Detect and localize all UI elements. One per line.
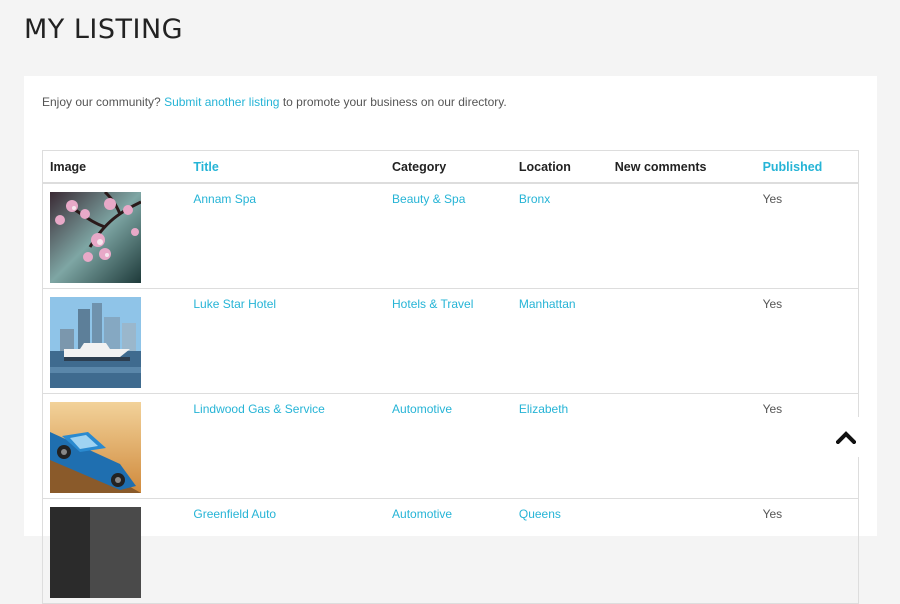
scroll-to-top-button[interactable] [826,417,866,457]
row-category[interactable]: Automotive [385,498,512,604]
column-header-location: Location [511,150,608,184]
row-image-cell [42,183,187,289]
row-title[interactable]: Annam Spa [186,183,386,289]
row-category[interactable]: Automotive [385,393,512,499]
submit-listing-link[interactable]: Submit another listing [164,95,279,109]
row-published: Yes [755,183,859,289]
table-row: Luke Star Hotel Hotels & Travel Manhatta… [42,288,859,394]
blue-classic-car-photo[interactable] [50,401,141,493]
column-header-image: Image [42,150,187,184]
row-image-cell [42,498,187,604]
listing-card: Enjoy our community? Submit another list… [24,76,877,604]
row-comments [607,183,756,289]
table-row: Annam Spa Beauty & Spa Bronx Yes [42,183,859,289]
row-image-cell [42,393,187,499]
table-row: Greenfield Auto Automotive Queens Yes [42,498,859,604]
column-header-comments: New comments [607,150,756,184]
intro-prefix: Enjoy our community? [42,95,161,109]
page-title: MY LISTING [24,14,184,45]
column-header-category: Category [385,150,512,184]
cherry-blossom-photo[interactable] [50,192,141,283]
row-comments [607,393,756,499]
row-location[interactable]: Elizabeth [511,393,608,499]
row-location[interactable]: Manhattan [511,288,608,394]
column-header-published[interactable]: Published [755,150,859,184]
row-comments [607,498,756,604]
row-image-cell [42,288,187,394]
row-published: Yes [755,498,859,604]
row-location[interactable]: Queens [511,498,608,604]
dark-photo[interactable] [50,506,141,598]
column-header-title[interactable]: Title [186,150,386,184]
row-published: Yes [755,288,859,394]
row-title[interactable]: Luke Star Hotel [186,288,386,394]
table-header-row: Image Title Category Location New commen… [42,150,859,184]
table-row: Lindwood Gas & Service Automotive Elizab… [42,393,859,499]
row-category[interactable]: Beauty & Spa [385,183,512,289]
row-category[interactable]: Hotels & Travel [385,288,512,394]
row-title[interactable]: Lindwood Gas & Service [186,393,386,499]
intro-suffix: to promote your business on our director… [282,95,507,109]
chevron-up-icon [836,431,856,444]
listing-table: Image Title Category Location New commen… [42,150,859,604]
intro-text: Enjoy our community? Submit another list… [42,95,507,109]
row-location[interactable]: Bronx [511,183,608,289]
harbor-yacht-photo[interactable] [50,296,141,388]
row-title[interactable]: Greenfield Auto [186,498,386,604]
row-comments [607,288,756,394]
